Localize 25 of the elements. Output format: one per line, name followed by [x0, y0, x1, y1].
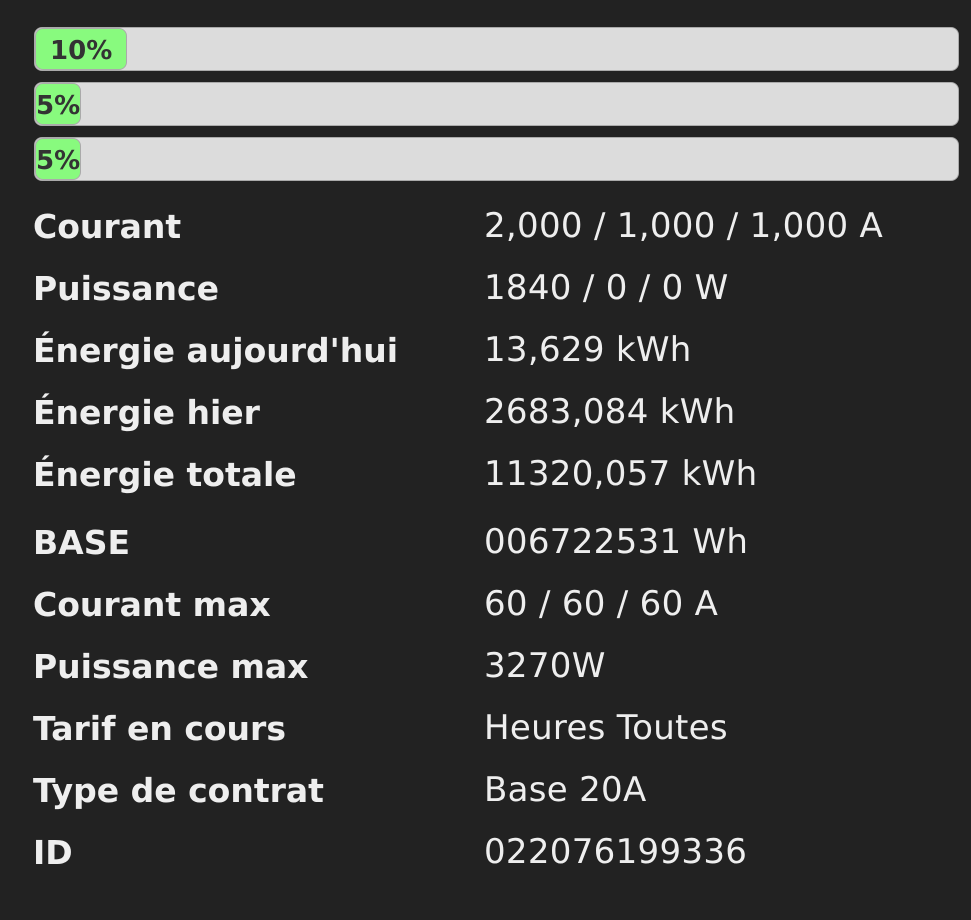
field-label: Courant	[33, 206, 182, 246]
field-value: 11320,057 kWh	[484, 454, 758, 494]
field-value: 3270W	[484, 646, 607, 686]
field-label: Énergie totale	[33, 454, 298, 494]
field-value: 60 / 60 / 60 A	[484, 584, 720, 624]
field-value: 006722531 Wh	[484, 522, 750, 562]
field-label: BASE	[33, 522, 132, 562]
field-value: 022076199336	[484, 832, 748, 872]
field-label: ID	[33, 832, 74, 872]
field-label: Énergie hier	[33, 392, 261, 432]
field-value: 2,000 / 1,000 / 1,000 A	[484, 206, 884, 246]
field-label: Type de contrat	[33, 770, 325, 810]
percent-label: 5%	[36, 145, 80, 174]
field-value: 2683,084 kWh	[484, 392, 736, 432]
field-label: Puissance max	[33, 646, 310, 686]
field-value: 1840 / 0 / 0 W	[484, 268, 730, 308]
field-value: Heures Toutes	[484, 708, 729, 748]
field-label: Puissance	[33, 268, 220, 308]
field-label: Tarif en cours	[33, 708, 287, 748]
percent-label: 10%	[50, 35, 112, 64]
field-value: Base 20A	[484, 770, 648, 810]
field-label: Énergie aujourd'hui	[33, 330, 400, 370]
percent-label: 5%	[36, 90, 80, 119]
field-label: Courant max	[33, 584, 272, 624]
field-value: 13,629 kWh	[484, 330, 693, 370]
